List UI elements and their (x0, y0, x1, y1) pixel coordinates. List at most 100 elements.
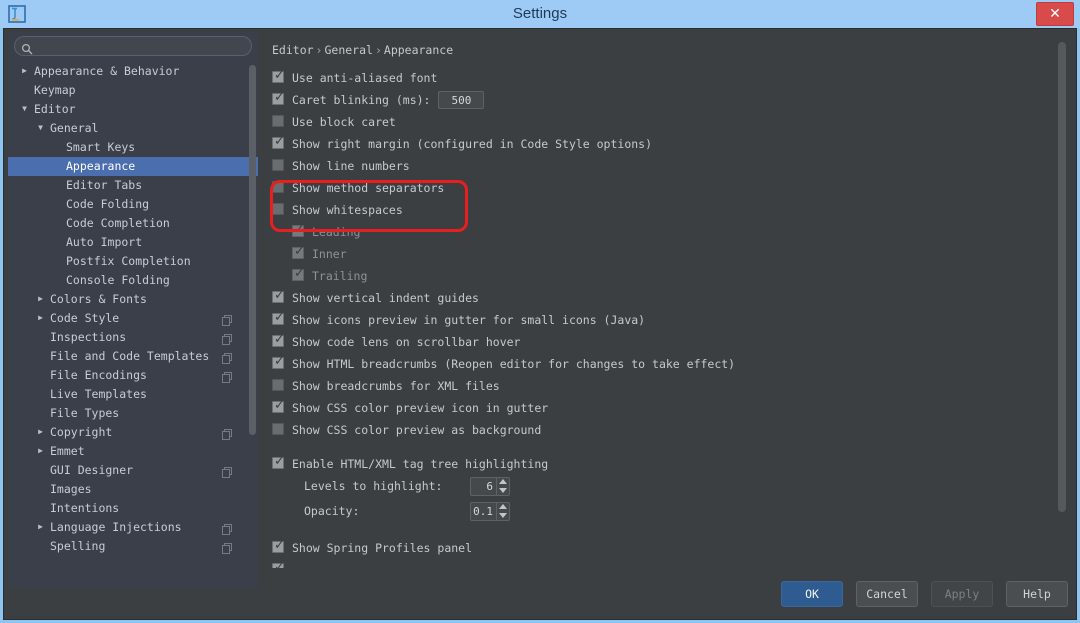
checkbox-show-html-breadcrumbs[interactable]: ✓ (272, 357, 284, 369)
checkbox-label-use-anti-aliased-font[interactable]: Use anti-aliased font (292, 67, 437, 89)
option-row-whitespace-trailing: ✓Trailing (272, 264, 1058, 286)
sidebar-item-label: Smart Keys (66, 138, 135, 157)
checkbox-show-right-margin[interactable]: ✓ (272, 137, 284, 149)
checkbox-show-icons-preview-gutter[interactable]: ✓ (272, 313, 284, 325)
breadcrumb-part[interactable]: Appearance (384, 43, 453, 57)
chevron-down-icon[interactable]: ▼ (36, 118, 45, 137)
project-scope-icon (222, 541, 232, 552)
sidebar-item-editor[interactable]: ▼Editor (8, 100, 258, 119)
sidebar-item-auto-import[interactable]: ▶Auto Import (8, 233, 258, 252)
checkbox-show-method-separators[interactable] (272, 181, 284, 193)
input-caret-blinking[interactable]: 500 (438, 91, 484, 109)
sidebar-item-label: Inspections (50, 328, 126, 347)
sidebar-item-live-templates[interactable]: ▶Live Templates (8, 385, 258, 404)
tree-twisty-placeholder: ▶ (36, 384, 45, 403)
search-input[interactable] (38, 37, 248, 57)
content-scrollbar-thumb[interactable] (1058, 42, 1066, 512)
spinner-down-arrow-icon-levels-to-highlight[interactable] (497, 487, 509, 495)
checkbox-show-spring-profiles-panel[interactable]: ✓ (272, 541, 284, 553)
checkbox-use-anti-aliased-font[interactable]: ✓ (272, 71, 284, 83)
sidebar-item-smart-keys[interactable]: ▶Smart Keys (8, 138, 258, 157)
checkbox-show-line-numbers[interactable] (272, 159, 284, 171)
checkbox-label-show-css-color-gutter[interactable]: Show CSS color preview icon in gutter (292, 397, 548, 419)
chevron-right-icon[interactable]: ▶ (36, 422, 45, 441)
spinner-down-arrow-icon-opacity[interactable] (497, 512, 509, 520)
checkbox-show-css-color-background[interactable] (272, 423, 284, 435)
spinner-value-opacity[interactable]: 0.1 (471, 503, 496, 520)
ok-button[interactable]: OK (781, 581, 843, 607)
sidebar-item-file-encodings[interactable]: ▶File Encodings (8, 366, 258, 385)
content-scrollbar[interactable] (1058, 36, 1066, 584)
sidebar-item-emmet[interactable]: ▶Emmet (8, 442, 258, 461)
help-button[interactable]: Help (1006, 581, 1068, 607)
chevron-right-icon[interactable]: ▶ (36, 441, 45, 460)
checkbox-label-show-line-numbers[interactable]: Show line numbers (292, 155, 410, 177)
sidebar-item-console-folding[interactable]: ▶Console Folding (8, 271, 258, 290)
sidebar-item-gui-designer[interactable]: ▶GUI Designer (8, 461, 258, 480)
breadcrumb-part[interactable]: Editor (272, 43, 314, 57)
checkbox-show-vertical-indent-guides[interactable]: ✓ (272, 291, 284, 303)
checkbox-label-show-html-breadcrumbs[interactable]: Show HTML breadcrumbs (Reopen editor for… (292, 353, 735, 375)
sidebar-item-general[interactable]: ▼General (8, 119, 258, 138)
checkbox-label-show-spring-profiles-panel[interactable]: Show Spring Profiles panel (292, 537, 472, 559)
settings-tree[interactable]: ▶Appearance & Behavior▶Keymap▼Editor▼Gen… (8, 62, 258, 587)
close-icon[interactable]: ✕ (1036, 2, 1074, 26)
sidebar-scrollbar-thumb[interactable] (249, 65, 256, 435)
sidebar-item-code-style[interactable]: ▶Code Style (8, 309, 258, 328)
sidebar-item-label: Colors & Fonts (50, 290, 147, 309)
sidebar-item-language-injections[interactable]: ▶Language Injections (8, 518, 258, 537)
sidebar-item-file-and-code-templates[interactable]: ▶File and Code Templates (8, 347, 258, 366)
breadcrumb-separator: › (314, 43, 325, 57)
cancel-button[interactable]: Cancel (856, 581, 918, 607)
sidebar-item-copyright[interactable]: ▶Copyright (8, 423, 258, 442)
chevron-right-icon[interactable]: ▶ (36, 517, 45, 536)
checkbox-clipped-option[interactable]: ✓ (272, 563, 284, 569)
checkbox-enable-tag-tree-highlighting[interactable]: ✓ (272, 457, 284, 469)
chevron-down-icon[interactable]: ▼ (20, 99, 29, 118)
spinner-value-levels-to-highlight[interactable]: 6 (471, 478, 496, 495)
sidebar-item-keymap[interactable]: ▶Keymap (8, 81, 258, 100)
spinner-levels-to-highlight[interactable]: 6 (470, 477, 510, 496)
sidebar-item-colors-fonts[interactable]: ▶ Colors & Fonts (8, 290, 258, 309)
sidebar-item-postfix-completion[interactable]: ▶Postfix Completion (8, 252, 258, 271)
sidebar-item-code-completion[interactable]: ▶Code Completion (8, 214, 258, 233)
checkbox-label-show-vertical-indent-guides[interactable]: Show vertical indent guides (292, 287, 479, 309)
chevron-right-icon[interactable]: ▶ (36, 289, 45, 308)
checkbox-label-show-icons-preview-gutter[interactable]: Show icons preview in gutter for small i… (292, 309, 645, 331)
checkbox-show-css-color-gutter[interactable]: ✓ (272, 401, 284, 413)
checkbox-label-caret-blinking[interactable]: Caret blinking (ms): (292, 89, 430, 111)
sidebar-item-appearance-behavior[interactable]: ▶Appearance & Behavior (8, 62, 258, 81)
checkbox-label-show-code-lens[interactable]: Show code lens on scrollbar hover (292, 331, 520, 353)
sidebar-scrollbar[interactable] (249, 62, 256, 587)
checkbox-use-block-caret[interactable] (272, 115, 284, 127)
checkbox-show-breadcrumbs-xml[interactable] (272, 379, 284, 391)
checkbox-label-show-breadcrumbs-xml[interactable]: Show breadcrumbs for XML files (292, 375, 500, 397)
checkbox-label-enable-tag-tree-highlighting[interactable]: Enable HTML/XML tag tree highlighting (292, 453, 548, 475)
checkbox-label-show-right-margin[interactable]: Show right margin (configured in Code St… (292, 133, 652, 155)
chevron-right-icon[interactable]: ▶ (20, 62, 29, 80)
apply-button[interactable]: Apply (931, 581, 993, 607)
spinner-up-arrow-icon-levels-to-highlight[interactable] (497, 478, 509, 486)
checkbox-label-show-method-separators[interactable]: Show method separators (292, 177, 444, 199)
spinner-row-levels-to-highlight: Levels to highlight:6 (272, 474, 1058, 499)
chevron-right-icon[interactable]: ▶ (36, 308, 45, 327)
checkbox-show-code-lens[interactable]: ✓ (272, 335, 284, 347)
search-icon (21, 40, 33, 52)
checkbox-label-show-whitespaces[interactable]: Show whitespaces (292, 199, 403, 221)
sidebar-item-spelling[interactable]: ▶Spelling (8, 537, 258, 556)
checkbox-label-use-block-caret[interactable]: Use block caret (292, 111, 396, 133)
spinner-opacity[interactable]: 0.1 (470, 502, 510, 521)
sidebar-item-intentions[interactable]: ▶Intentions (8, 499, 258, 518)
sidebar-item-editor-tabs[interactable]: ▶Editor Tabs (8, 176, 258, 195)
checkbox-caret-blinking[interactable]: ✓ (272, 93, 284, 105)
sidebar-item-appearance[interactable]: ▶Appearance (8, 157, 258, 176)
sidebar-item-code-folding[interactable]: ▶Code Folding (8, 195, 258, 214)
sidebar-item-images[interactable]: ▶Images (8, 480, 258, 499)
spinner-up-arrow-icon-opacity[interactable] (497, 503, 509, 511)
checkbox-show-whitespaces[interactable] (272, 203, 284, 215)
breadcrumb-part[interactable]: General (324, 43, 372, 57)
sidebar-item-file-types[interactable]: ▶File Types (8, 404, 258, 423)
checkbox-label-show-css-color-background[interactable]: Show CSS color preview as background (292, 419, 541, 441)
search-field[interactable] (14, 36, 252, 56)
sidebar-item-inspections[interactable]: ▶Inspections (8, 328, 258, 347)
